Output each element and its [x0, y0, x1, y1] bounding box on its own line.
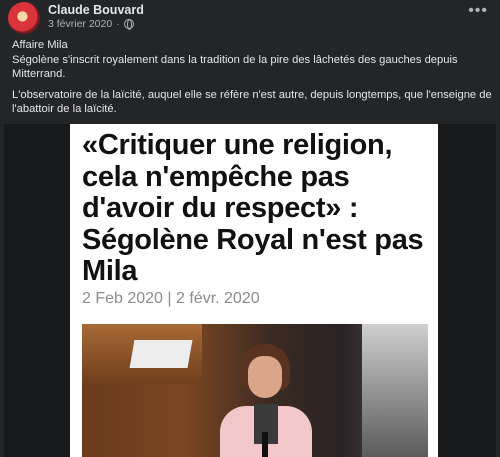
post-text-line: L'observatoire de la laïcité, auquel ell…	[12, 88, 492, 116]
article-photo	[82, 324, 428, 457]
papers-shape	[129, 340, 193, 368]
post-text-line: Ségolène s'inscrit royalement dans la tr…	[12, 53, 458, 81]
article-card[interactable]: «Critiquer une religion, cela n'empêche …	[70, 124, 438, 457]
meta-separator: ·	[116, 18, 120, 30]
post-meta: 3 février 2020 ·	[48, 18, 134, 30]
author-name[interactable]: Claude Bouvard	[48, 3, 144, 17]
post-header: Claude Bouvard 3 février 2020 · •••	[0, 0, 500, 36]
post-media[interactable]: «Critiquer une religion, cela n'empêche …	[4, 124, 496, 457]
background-figure	[362, 324, 428, 457]
microphone-icon	[262, 432, 268, 457]
article-headline: «Critiquer une religion, cela n'empêche …	[82, 129, 424, 287]
globe-icon	[123, 19, 134, 30]
speaker-figure	[220, 344, 312, 457]
post-text-line: Affaire Mila	[12, 39, 68, 51]
avatar[interactable]	[8, 2, 40, 34]
post-date[interactable]: 3 février 2020	[48, 18, 112, 30]
face-shape	[248, 356, 282, 398]
more-options-icon[interactable]: •••	[468, 3, 488, 19]
post-text: Affaire Mila Ségolène s'inscrit royaleme…	[12, 38, 492, 117]
article-dateline: 2 Feb 2020 | 2 févr. 2020	[82, 290, 260, 307]
